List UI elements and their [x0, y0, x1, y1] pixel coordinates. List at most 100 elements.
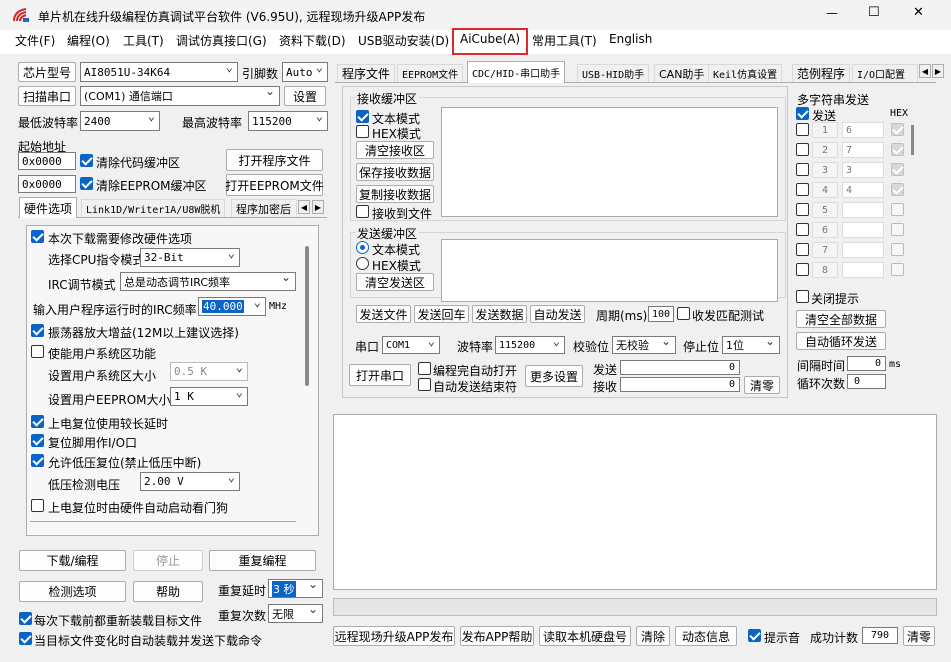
baud-select[interactable]: 115200 — [495, 336, 565, 354]
interval-input[interactable]: 0 — [847, 356, 886, 371]
recv-hex-mode-checkbox[interactable] — [356, 125, 369, 138]
multi-row-send-checkbox[interactable] — [796, 163, 809, 176]
multi-row-input[interactable] — [842, 222, 884, 238]
multi-row-hex-checkbox[interactable] — [891, 183, 904, 196]
long-reset-checkbox[interactable] — [31, 415, 44, 428]
multi-row-send-checkbox[interactable] — [796, 123, 809, 136]
scan-port-button[interactable]: 扫描串口 — [18, 86, 76, 106]
right-tabs-left-arrow-icon[interactable]: ◀ — [919, 64, 931, 78]
multi-row-hex-checkbox[interactable] — [891, 123, 904, 136]
multi-row-send-checkbox[interactable] — [796, 223, 809, 236]
multi-row-send-checkbox[interactable] — [796, 183, 809, 196]
tab-examples[interactable]: 范例程序 — [792, 64, 851, 82]
output-textarea[interactable] — [333, 414, 937, 590]
user-sys-checkbox[interactable] — [31, 345, 44, 358]
menu-file[interactable]: 文件(F) — [15, 32, 55, 50]
check-options-button[interactable]: 检测选项 — [19, 581, 126, 602]
clear-code-checkbox[interactable] — [80, 154, 93, 167]
menu-usb-driver[interactable]: USB驱动安装(D) — [358, 32, 449, 50]
stop-button[interactable]: 停止 — [133, 550, 203, 571]
user-eeprom-size-select[interactable]: 1 K — [170, 387, 248, 406]
reload-each-checkbox[interactable] — [19, 612, 32, 625]
multi-row-send-checkbox[interactable] — [796, 203, 809, 216]
tab-usb-hid[interactable]: USB-HID助手 — [577, 64, 650, 82]
lvd-voltage-select[interactable]: 2.00 V — [140, 472, 240, 491]
period-input[interactable]: 100 — [648, 306, 674, 322]
clear-success-button[interactable]: 清零 — [903, 626, 935, 646]
lvd-reset-checkbox[interactable] — [31, 454, 44, 467]
tab-eeprom-file[interactable]: EEPROM文件 — [397, 64, 464, 82]
tabs-left-arrow-icon[interactable]: ◀ — [298, 200, 310, 214]
user-sys-size-select[interactable]: 0.5 K — [170, 362, 248, 381]
clear-recv-button[interactable]: 清空接收区 — [356, 141, 434, 159]
repeat-program-button[interactable]: 重复编程 — [209, 550, 316, 571]
multi-row-send-checkbox[interactable] — [796, 143, 809, 156]
max-baud-select[interactable]: 115200 — [248, 111, 328, 131]
min-baud-select[interactable]: 2400 — [80, 111, 160, 131]
tab-keil[interactable]: Keil仿真设置 — [708, 64, 783, 82]
eeprom-address-input[interactable]: 0x0000 — [18, 175, 76, 193]
recv-text-mode-checkbox[interactable] — [356, 110, 369, 123]
open-eeprom-button[interactable]: 打开EEPROM文件 — [225, 174, 324, 196]
multi-row-input[interactable] — [842, 262, 884, 278]
loop-count-input[interactable]: 0 — [847, 374, 886, 389]
close-icon[interactable]: ✕ — [913, 5, 924, 20]
more-settings-button[interactable]: 更多设置 — [525, 365, 583, 387]
send-enter-button[interactable]: 发送回车 — [414, 305, 469, 323]
send-textarea[interactable] — [441, 239, 778, 302]
copy-recv-button[interactable]: 复制接收数据 — [356, 185, 434, 203]
send-data-button[interactable]: 发送数据 — [472, 305, 527, 323]
chip-model-select[interactable]: AI8051U-34K64 — [80, 62, 238, 82]
auto-on-change-checkbox[interactable] — [19, 632, 32, 645]
multi-send-all-checkbox[interactable] — [796, 107, 809, 120]
menu-english[interactable]: English — [609, 32, 652, 50]
recv-to-file-checkbox[interactable] — [356, 205, 369, 218]
download-button[interactable]: 下载/编程 — [19, 550, 126, 571]
maximize-icon[interactable]: ☐ — [868, 5, 880, 20]
menu-common-tools[interactable]: 常用工具(T) — [532, 32, 597, 50]
irc-mode-select[interactable]: 总是动态调节IRC频率 — [120, 272, 296, 291]
help-button[interactable]: 帮助 — [133, 581, 203, 602]
tab-can[interactable]: CAN助手 — [654, 64, 710, 82]
multi-row-hex-checkbox[interactable] — [891, 243, 904, 256]
clear-output-button[interactable]: 清除 — [636, 626, 670, 646]
menu-program[interactable]: 编程(O) — [67, 32, 110, 50]
menu-tools[interactable]: 工具(T) — [123, 32, 164, 50]
repeat-delay-select[interactable]: 3 秒 — [268, 579, 323, 598]
clear-send-button[interactable]: 清空发送区 — [356, 273, 434, 291]
port-select[interactable]: (COM1) 通信端口 — [80, 86, 280, 106]
auto-end-checkbox[interactable] — [418, 378, 431, 391]
send-hex-mode-radio[interactable] — [356, 257, 369, 270]
stop-bits-select[interactable]: 1位 — [722, 336, 780, 354]
irc-freq-select[interactable]: 40.000 — [198, 297, 266, 316]
cpu-mode-select[interactable]: 32-Bit — [140, 248, 240, 267]
clear-all-button[interactable]: 清空全部数据 — [796, 310, 886, 328]
publish-app-button[interactable]: 远程现场升级APP发布 — [333, 626, 455, 646]
read-serial-button[interactable]: 读取本机硬盘号 — [539, 626, 631, 646]
publish-help-button[interactable]: 发布APP帮助 — [460, 626, 534, 646]
multi-row-input[interactable] — [842, 202, 884, 218]
recv-textarea[interactable] — [441, 107, 778, 217]
open-port-button[interactable]: 打开串口 — [349, 364, 411, 386]
send-file-button[interactable]: 发送文件 — [356, 305, 411, 323]
auto-send-button[interactable]: 自动发送 — [530, 305, 585, 323]
auto-loop-button[interactable]: 自动循环发送 — [796, 332, 886, 350]
tab-program-file[interactable]: 程序文件 — [337, 64, 396, 82]
clear-count-button[interactable]: 清零 — [744, 376, 780, 394]
tabs-right-arrow-icon[interactable]: ▶ — [312, 200, 324, 214]
minimize-icon[interactable]: — — [826, 6, 838, 20]
wdt-checkbox[interactable] — [31, 499, 44, 512]
pins-select[interactable]: Auto — [282, 62, 328, 82]
tab-serial-assistant[interactable]: CDC/HID-串口助手 — [467, 61, 566, 83]
tab-io-config[interactable]: I/O口配置 — [852, 64, 918, 82]
match-test-checkbox[interactable] — [677, 307, 690, 320]
auto-open-checkbox[interactable] — [418, 362, 431, 375]
multi-scrollbar[interactable] — [911, 125, 914, 155]
menu-debug[interactable]: 调试仿真接口(G) — [176, 32, 267, 50]
menu-download[interactable]: 资料下载(D) — [279, 32, 346, 50]
repeat-times-select[interactable]: 无限 — [268, 604, 323, 623]
multi-row-hex-checkbox[interactable] — [891, 203, 904, 216]
reset-io-checkbox[interactable] — [31, 434, 44, 447]
multi-row-input[interactable]: 4 — [842, 182, 884, 198]
beep-checkbox[interactable] — [748, 629, 761, 642]
